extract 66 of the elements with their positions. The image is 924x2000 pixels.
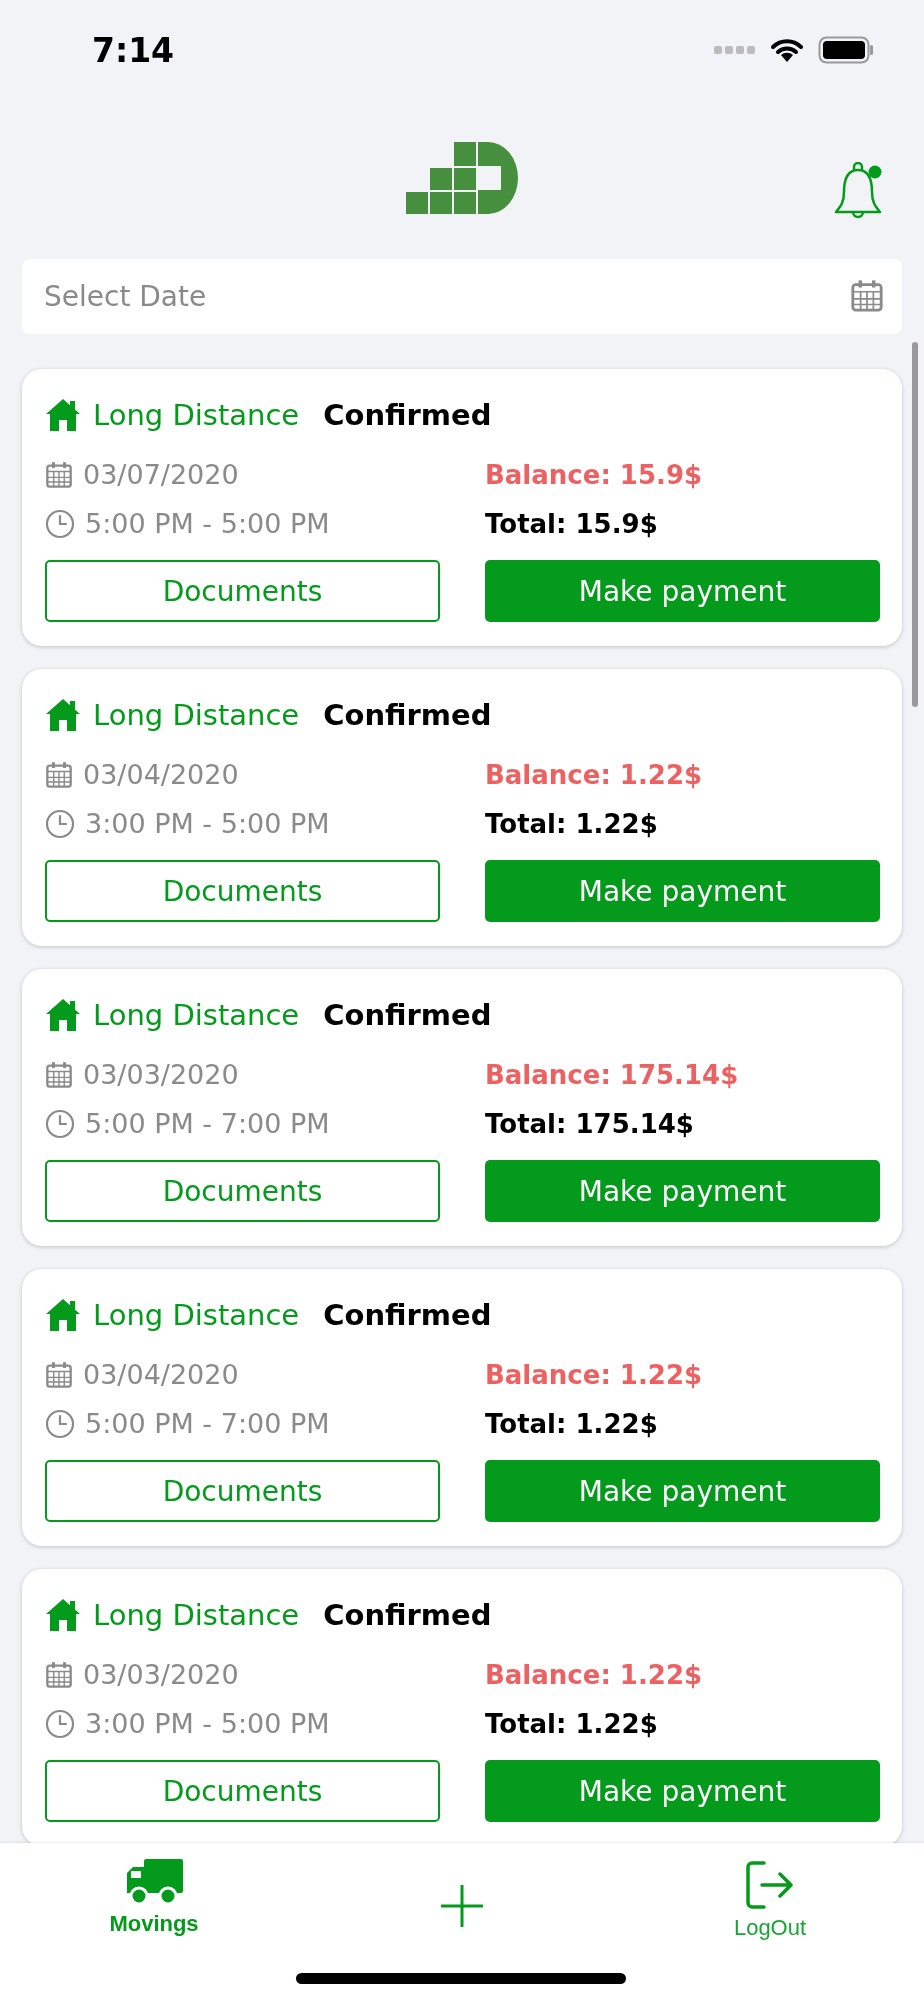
balance-text: Balance: 175.14$ [485,1059,739,1090]
moving-date: 03/07/2020 [83,459,239,490]
moving-time: 5:00 PM - 5:00 PM [85,508,330,539]
moving-date: 03/03/2020 [83,1059,239,1090]
make-payment-button[interactable]: Make payment [485,860,880,922]
moving-type: Long Distance [93,1298,300,1332]
moving-type: Long Distance [93,698,300,732]
plus-icon[interactable] [441,1885,483,1927]
wifi-icon [770,37,804,63]
moving-type: Long Distance [93,398,300,432]
truck-icon [125,1859,183,1905]
house-icon [45,1298,81,1332]
balance-text: Balance: 15.9$ [485,459,703,490]
tab-item[interactable]: LogOut [616,1843,924,2000]
moving-status: Confirmed [323,698,492,732]
logout-icon [746,1861,794,1909]
clock-icon [45,808,75,839]
clock-icon [45,1108,75,1139]
calendar-icon [45,1360,73,1389]
total-text: Total: 1.22$ [485,808,658,839]
balance-text: Balance: 1.22$ [485,1359,703,1390]
total-text: Total: 15.9$ [485,508,658,539]
documents-button[interactable]: Documents [45,1760,440,1822]
total-text: Total: 1.22$ [485,1708,658,1739]
make-payment-button[interactable]: Make payment [485,560,880,622]
tab-item[interactable]: Movings [0,1843,308,2000]
make-payment-button[interactable]: Make payment [485,1160,880,1222]
moving-date: 03/03/2020 [83,1659,239,1690]
documents-button[interactable]: Documents [45,1160,440,1222]
calendar-icon [45,1660,73,1689]
total-text: Total: 1.22$ [485,1408,658,1439]
calendar-icon [45,460,73,489]
battery-icon [818,36,874,64]
moving-date: 03/04/2020 [83,1359,239,1390]
date-field[interactable]: Select Date [22,259,902,334]
house-icon [45,998,81,1032]
moving-date: 03/04/2020 [83,759,239,790]
clock-icon [45,1708,75,1739]
moving-status: Confirmed [323,998,492,1032]
moving-time: 3:00 PM - 5:00 PM [85,1708,330,1739]
balance-text: Balance: 1.22$ [485,1659,703,1690]
moving-status: Confirmed [323,1298,492,1332]
moving-status: Confirmed [323,398,492,432]
total-text: Total: 175.14$ [485,1108,694,1139]
calendar-icon [45,1060,73,1089]
clock-icon [45,1408,75,1439]
moving-type: Long Distance [93,1598,300,1632]
calendar-icon [45,760,73,789]
documents-button[interactable]: Documents [45,860,440,922]
make-payment-button[interactable]: Make payment [485,1460,880,1522]
house-icon [45,1598,81,1632]
status-time: 7:14 [92,30,175,70]
house-icon [45,398,81,432]
balance-text: Balance: 1.22$ [485,759,703,790]
calendar-icon [850,279,884,313]
moving-time: 5:00 PM - 7:00 PM [85,1108,330,1139]
make-payment-button[interactable]: Make payment [485,1760,880,1822]
moving-time: 5:00 PM - 7:00 PM [85,1408,330,1439]
signal-icon [714,45,756,55]
clock-icon [45,508,75,539]
moving-time: 3:00 PM - 5:00 PM [85,808,330,839]
moving-status: Confirmed [323,1598,492,1632]
house-icon [45,698,81,732]
documents-button[interactable]: Documents [45,1460,440,1522]
moving-type: Long Distance [93,998,300,1032]
documents-button[interactable]: Documents [45,560,440,622]
